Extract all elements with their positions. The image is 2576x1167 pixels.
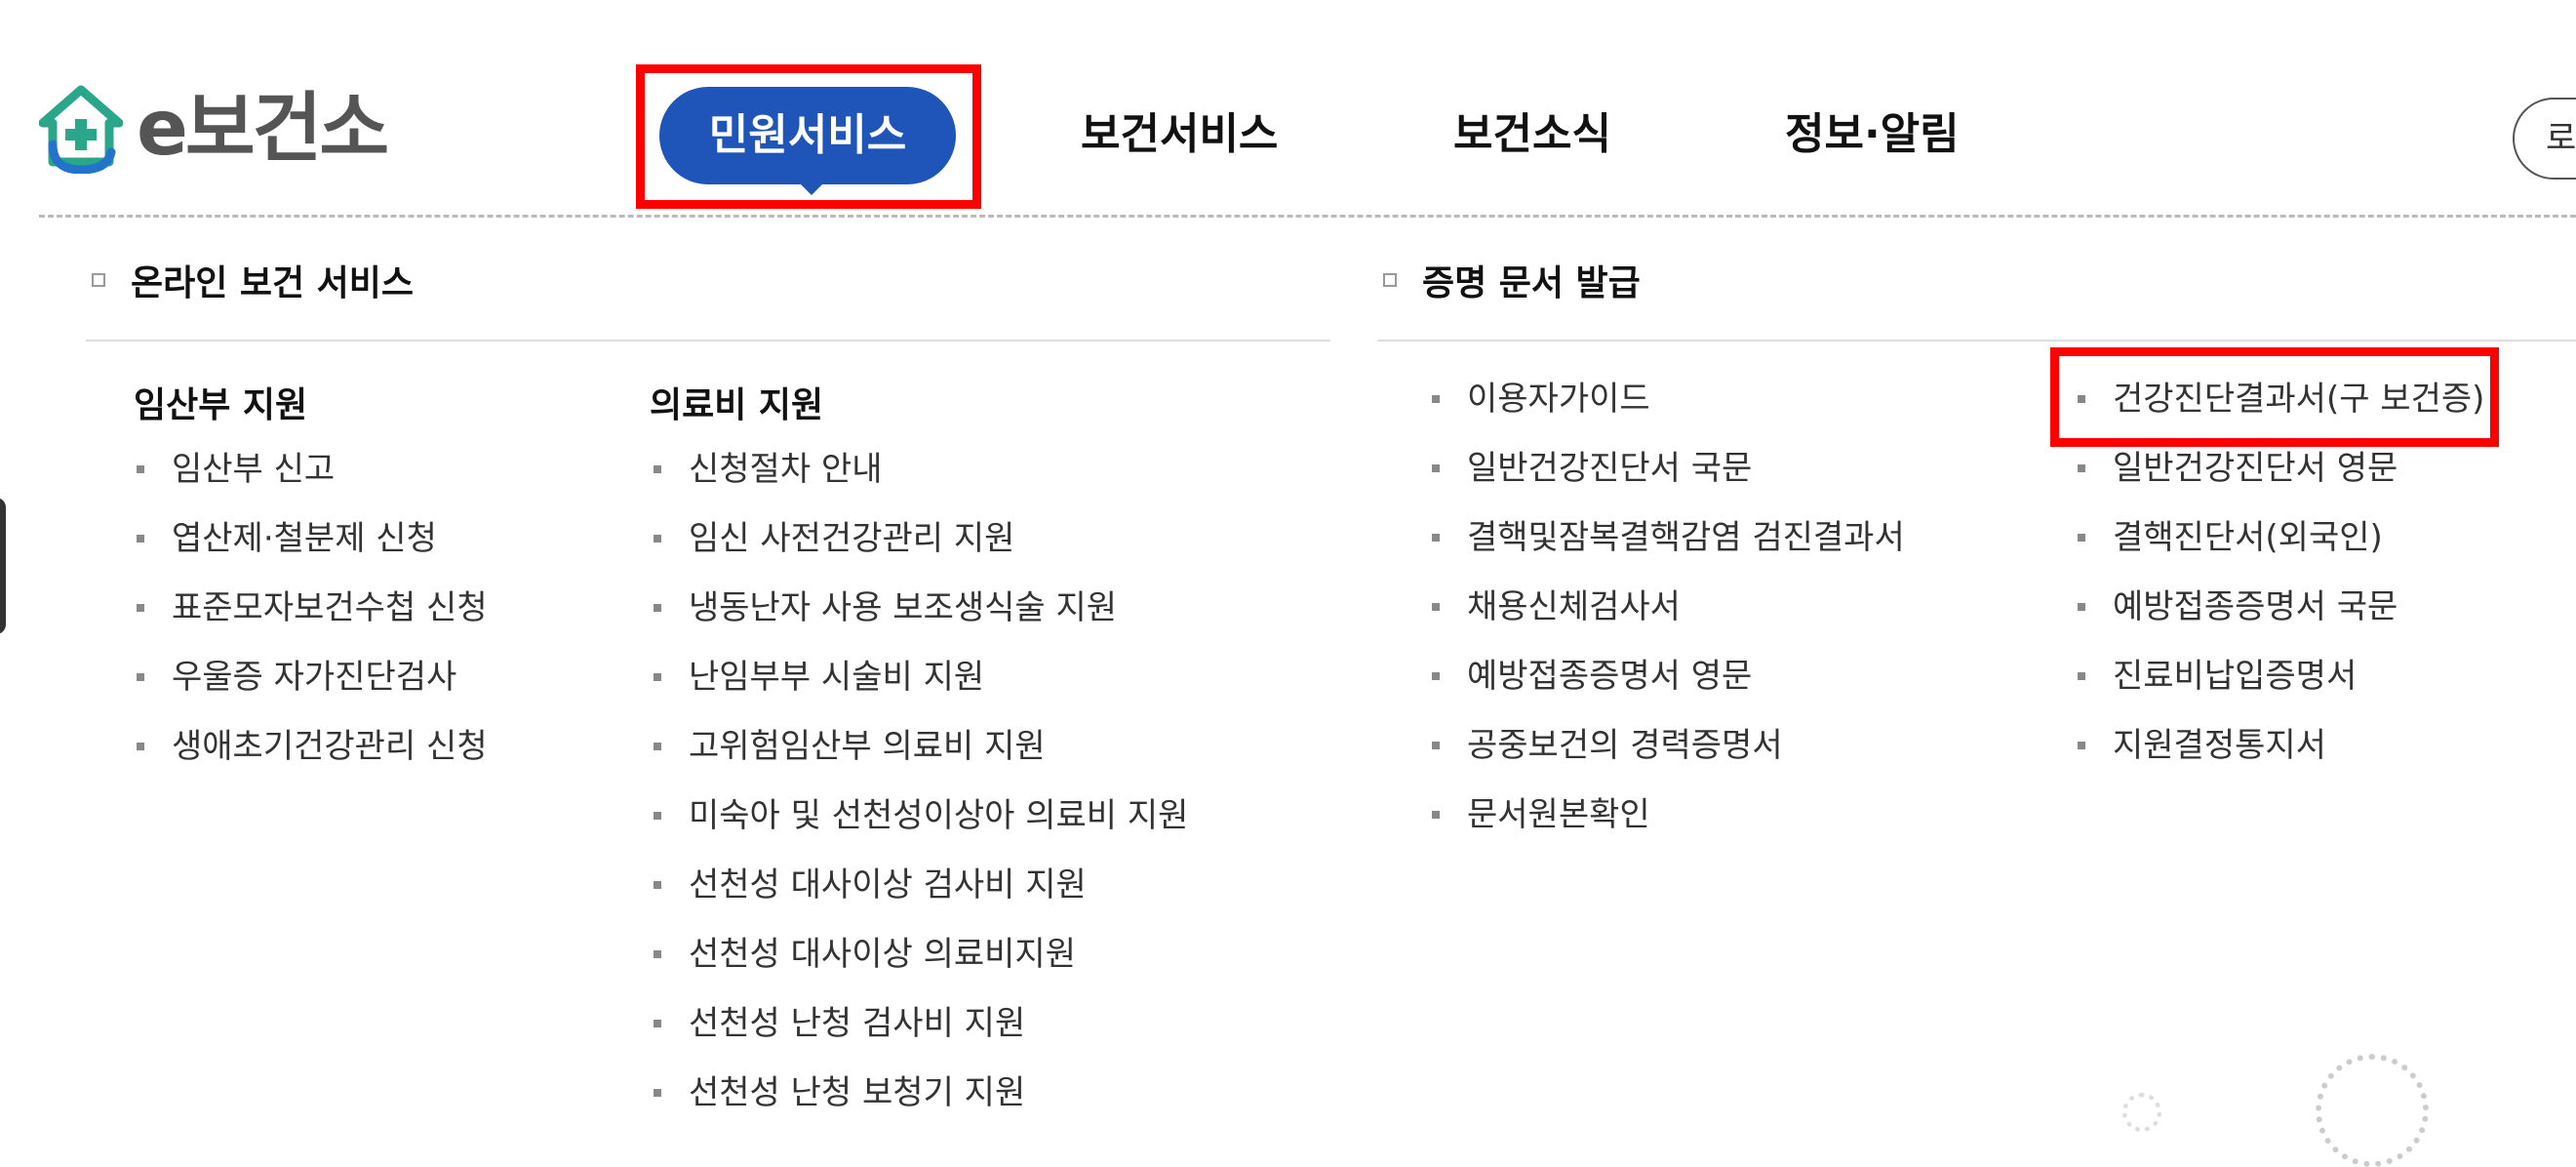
bullet-icon [654, 1089, 661, 1097]
section-online-service: 온라인 보건 서비스 [92, 256, 414, 304]
section-rule [1377, 340, 2576, 342]
list-item[interactable]: 채용신체검사서 [1432, 582, 1905, 651]
list-item[interactable]: 신청절차 안내 [654, 444, 1188, 513]
square-bullet-icon [1383, 273, 1397, 287]
home-health-icon [39, 85, 123, 174]
list-item[interactable]: 임신 사전건강관리 지원 [654, 513, 1188, 583]
bullet-icon [137, 535, 144, 543]
maternity-list: 임산부 신고 엽산제·철분제 신청 표준모자보건수첩 신청 우울증 자가진단검사… [137, 444, 488, 790]
login-button[interactable]: 로 [2513, 98, 2576, 180]
nav-item-info-notice[interactable]: 정보·알림 [1785, 86, 1960, 183]
bullet-icon [1432, 534, 1440, 542]
list-item[interactable]: 냉동난자 사용 보조생식술 지원 [654, 583, 1188, 652]
list-item[interactable]: 임산부 신고 [137, 444, 488, 513]
bullet-icon [654, 465, 661, 473]
bullet-icon [137, 673, 144, 681]
list-item[interactable]: 예방접종증명서 국문 [2078, 582, 2484, 651]
section-rule [86, 340, 1330, 342]
list-item[interactable]: 선천성 난청 검사비 지원 [654, 998, 1188, 1067]
certificate-list-2: 건강진단결과서(구 보건증) 일반건강진단서 영문 결핵진단서(외국인) 예방접… [2078, 374, 2484, 789]
bullet-icon [654, 1020, 661, 1027]
list-item[interactable]: 선천성 난청 보청기 지원 [654, 1067, 1188, 1137]
medical-list: 신청절차 안내 임신 사전건강관리 지원 냉동난자 사용 보조생식술 지원 난임… [654, 444, 1188, 1137]
bullet-icon [2078, 464, 2085, 472]
list-item[interactable]: 선천성 대사이상 의료비지원 [654, 929, 1188, 998]
bullet-icon [1432, 672, 1440, 680]
nav-item-health-news[interactable]: 보건소식 [1453, 86, 1611, 183]
bullet-icon [654, 812, 661, 820]
bullet-icon [2078, 603, 2085, 611]
list-item-health-checkup-result[interactable]: 건강진단결과서(구 보건증) [2078, 374, 2484, 443]
bullet-icon [654, 950, 661, 958]
nav-item-civil-service[interactable]: 민원서비스 [659, 87, 956, 184]
group-title-medical: 의료비 지원 [650, 385, 824, 425]
list-item[interactable]: 이용자가이드 [1432, 374, 1905, 443]
side-tab[interactable] [0, 498, 6, 634]
nav-item-health-service[interactable]: 보건서비스 [1081, 86, 1278, 183]
nav-active-pointer [798, 181, 825, 195]
list-item[interactable]: 우울증 자가진단검사 [137, 652, 488, 721]
bullet-icon [654, 881, 661, 889]
bullet-icon [2078, 742, 2085, 749]
logo-text: e보건소 [137, 85, 389, 173]
section-certificate: 증명 문서 발급 [1383, 256, 1641, 304]
bullet-icon [2078, 534, 2085, 542]
section-title: 온라인 보건 서비스 [131, 263, 415, 303]
list-item[interactable]: 난임부부 시술비 지원 [654, 652, 1188, 721]
decorative-dots-icon [2122, 1093, 2161, 1132]
list-item[interactable]: 엽산제·철분제 신청 [137, 513, 488, 583]
bullet-icon [1432, 464, 1440, 472]
list-item[interactable]: 결핵진단서(외국인) [2078, 512, 2484, 582]
bullet-icon [137, 743, 144, 750]
list-item[interactable]: 문서원본확인 [1432, 789, 1905, 859]
list-item[interactable]: 고위험임산부 의료비 지원 [654, 721, 1188, 790]
bullet-icon [137, 604, 144, 612]
list-item[interactable]: 일반건강진단서 국문 [1432, 443, 1905, 512]
list-item[interactable]: 생애초기건강관리 신청 [137, 721, 488, 790]
list-item[interactable]: 결핵및잠복결핵감염 검진결과서 [1432, 512, 1905, 582]
bullet-icon [137, 465, 144, 473]
square-bullet-icon [92, 273, 105, 287]
list-item[interactable]: 미숙아 및 선천성이상아 의료비 지원 [654, 790, 1188, 860]
group-title-maternity: 임산부 지원 [134, 385, 308, 425]
bullet-icon [1432, 395, 1440, 403]
header-divider [39, 215, 2576, 218]
bullet-icon [654, 535, 661, 543]
bullet-icon [2078, 395, 2085, 403]
list-item[interactable]: 일반건강진단서 영문 [2078, 443, 2484, 512]
certificate-list-1: 이용자가이드 일반건강진단서 국문 결핵및잠복결핵감염 검진결과서 채용신체검사… [1432, 374, 1905, 859]
bullet-icon [1432, 742, 1440, 749]
bullet-icon [1432, 811, 1440, 819]
bullet-icon [654, 673, 661, 681]
site-logo[interactable]: e보건소 [39, 80, 389, 178]
bullet-icon [1432, 603, 1440, 611]
section-title: 증명 문서 발급 [1422, 263, 1641, 303]
bullet-icon [2078, 672, 2085, 680]
list-item[interactable]: 표준모자보건수첩 신청 [137, 583, 488, 652]
loading-spinner-icon [2316, 1054, 2429, 1167]
list-item[interactable]: 예방접종증명서 영문 [1432, 651, 1905, 720]
list-item[interactable]: 진료비납입증명서 [2078, 651, 2484, 720]
bullet-icon [654, 604, 661, 612]
bullet-icon [654, 743, 661, 750]
list-item[interactable]: 공중보건의 경력증명서 [1432, 720, 1905, 789]
list-item[interactable]: 지원결정통지서 [2078, 720, 2484, 789]
list-item[interactable]: 선천성 대사이상 검사비 지원 [654, 860, 1188, 929]
